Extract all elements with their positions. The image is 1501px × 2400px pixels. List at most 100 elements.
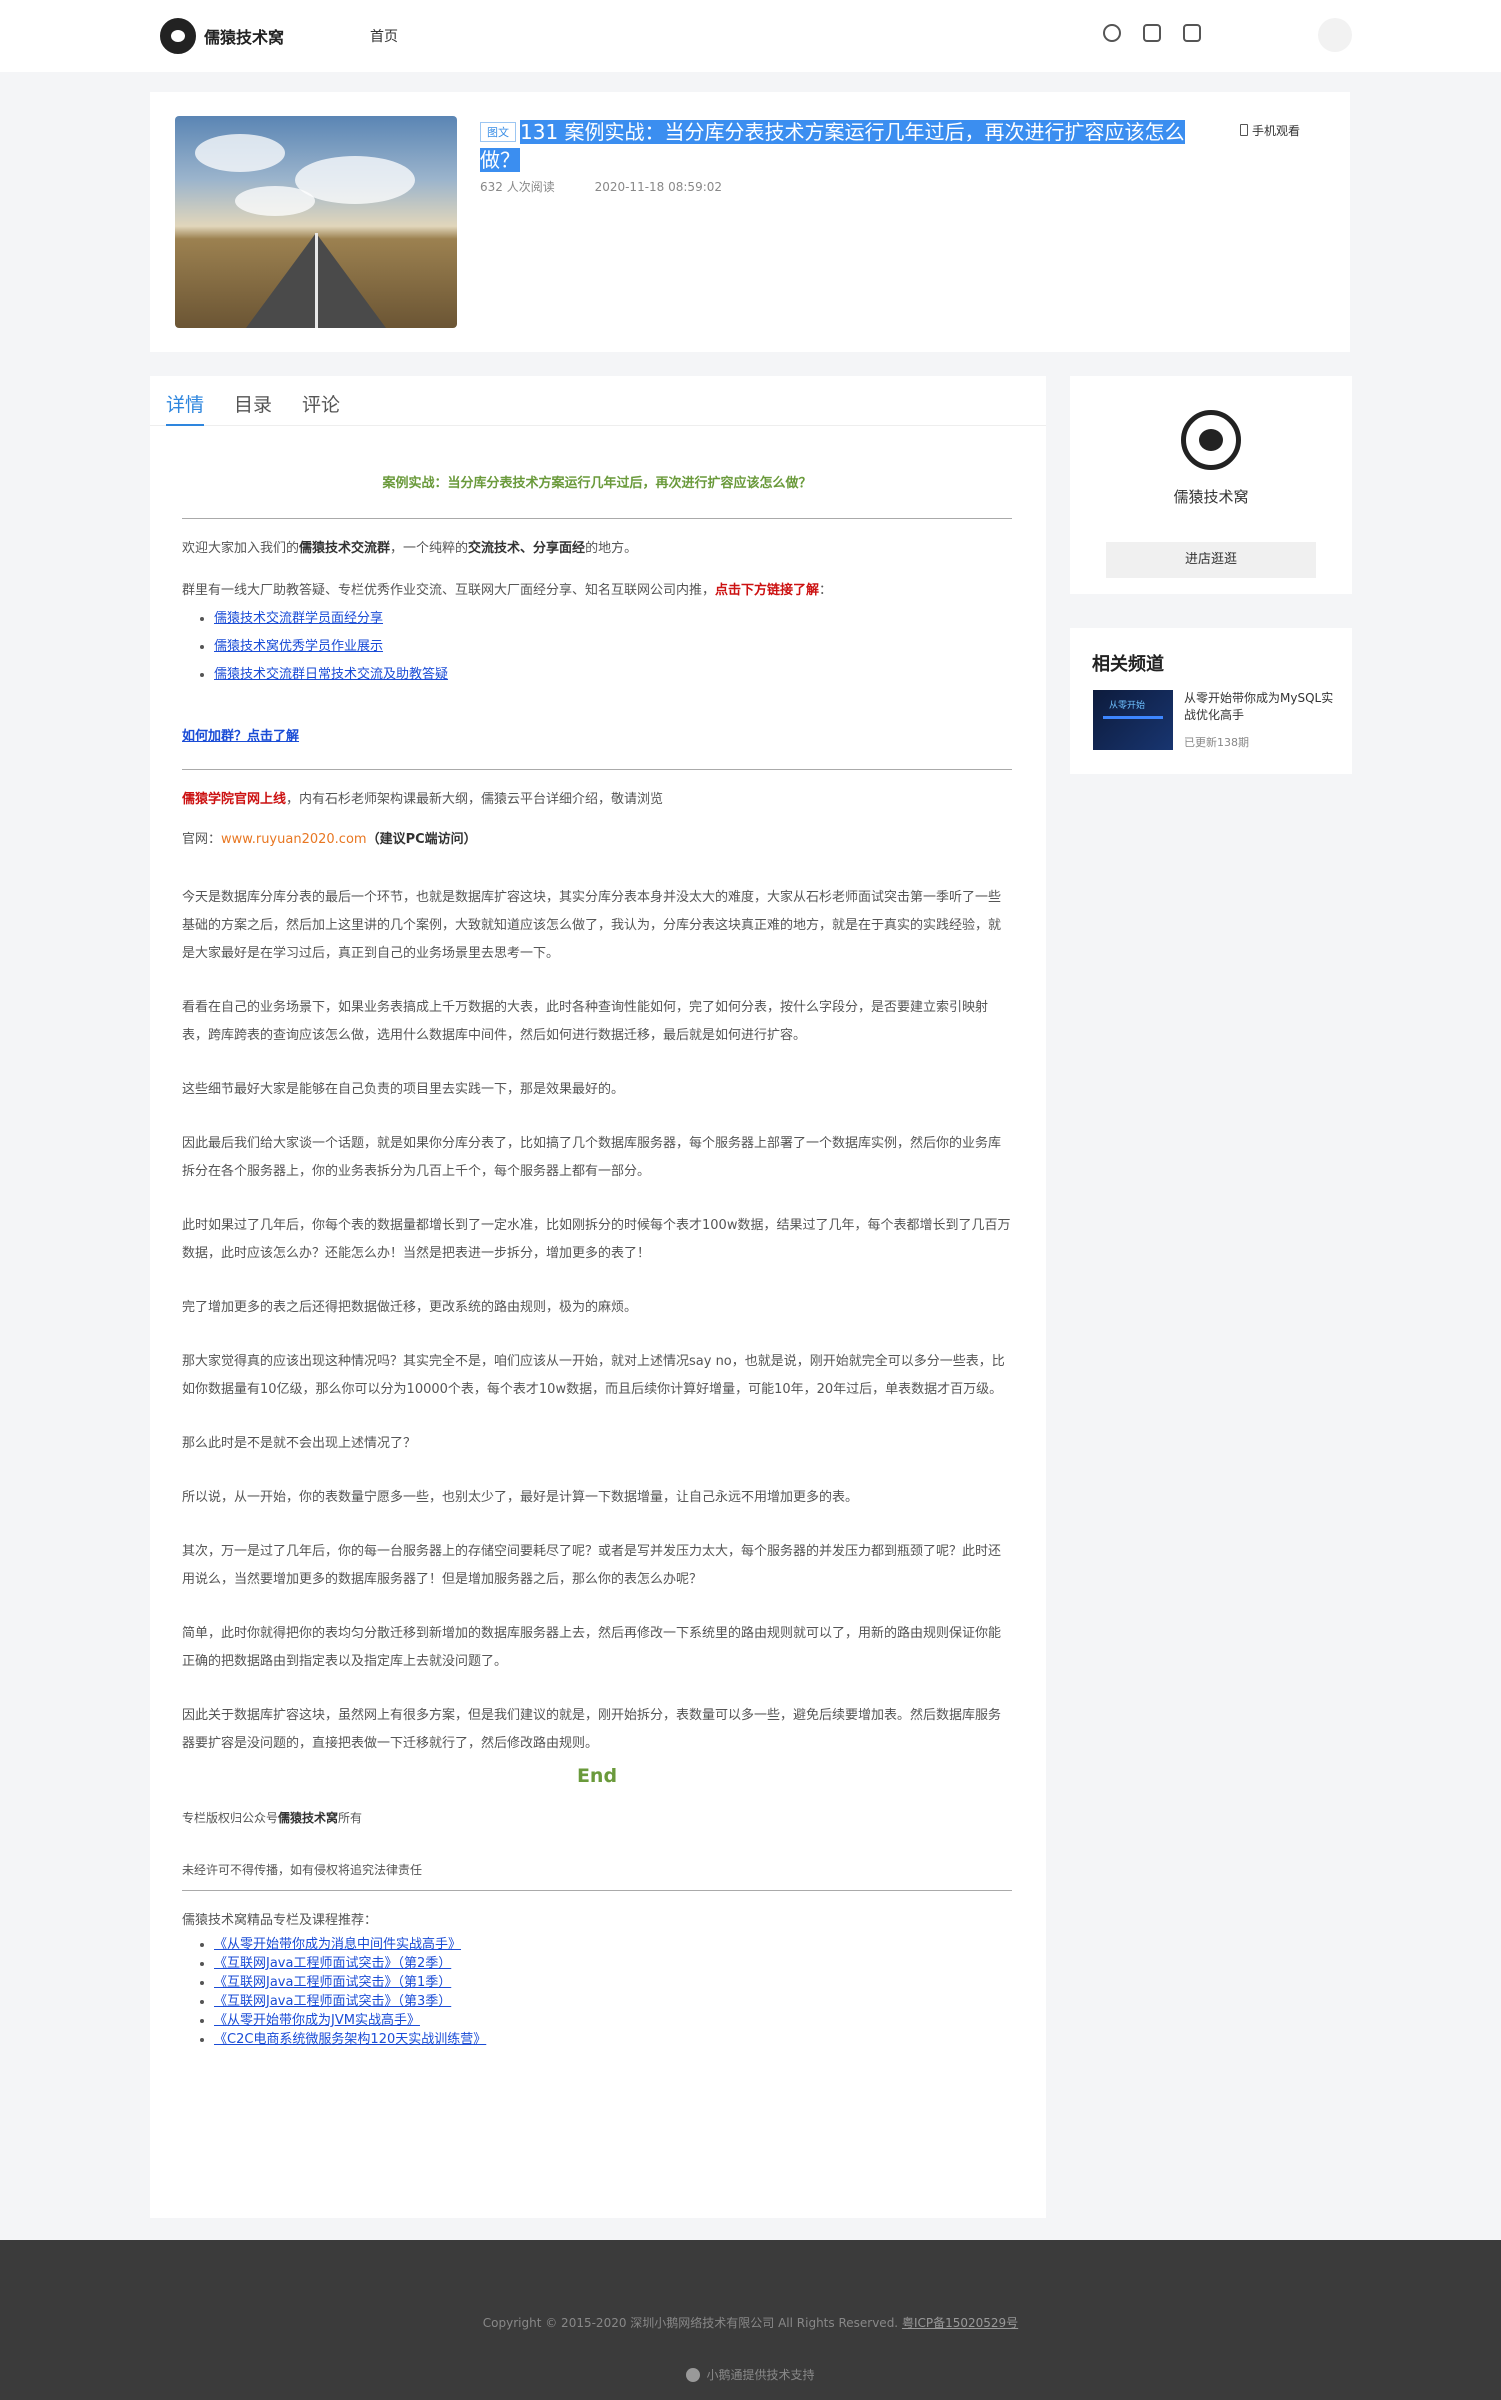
user-avatar[interactable] <box>1318 18 1352 52</box>
group-link-daily[interactable]: 儒猿技术交流群日常技术交流及助教答疑 <box>214 667 448 682</box>
recommend-heading: 儒猿技术窝精品专栏及课程推荐： <box>182 1913 378 1928</box>
content-type-badge: 图文 <box>480 122 516 142</box>
top-navbar: 儒猿技术窝 首页 <box>0 0 1501 72</box>
course-info-card: 131 案例实战：当分库分表技术方案运行几年过后，再次进行扩容应该怎么做？ 图文… <box>150 92 1350 352</box>
no-repost-note: 未经许可不得传播，如有侵权将追究法律责任 <box>182 1863 423 1877</box>
recommend-link[interactable]: 《互联网Java工程师面试突击》（第2季） <box>214 1956 451 1971</box>
article-paragraph: 此时如果过了几年后，你每个表的数据量都增长到了一定水准，比如刚拆分的时候每个表才… <box>182 1218 1011 1261</box>
divider <box>182 518 1012 519</box>
welcome-post: 的地方。 <box>585 541 638 556</box>
related-channel-title[interactable]: 从零开始带你成为MySQL实战优化高手 <box>1184 690 1334 724</box>
recommend-link[interactable]: 《从零开始带你成为消息中间件实战高手》 <box>214 1937 461 1952</box>
article-paragraph: 那么此时是不是就不会出现上述情况了？ <box>182 1436 417 1451</box>
article-paragraph: 因此关于数据库扩容这块，虽然网上有很多方案，但是我们建议的就是，刚开始拆分，表数… <box>182 1708 1002 1751</box>
list-item: 《互联网Java工程师面试突击》（第2季） <box>214 1954 1012 1973</box>
nav-home-link[interactable]: 首页 <box>370 26 398 46</box>
footer-support: 小鹅通提供技术支持 <box>0 2366 1501 2383</box>
article-paragraph: 今天是数据库分库分表的最后一个环节，也就是数据库扩容这块，其实分库分表本身并没太… <box>182 890 1002 961</box>
official-site: 官网：www.ruyuan2020.com（建议PC端访问） <box>182 826 1012 854</box>
list-item: 《从零开始带你成为JVM实战高手》 <box>214 2011 1012 2030</box>
academy-text: ，内有石杉老师架构课最新大纲，儒猿云平台详细介绍，敬请浏览 <box>286 792 664 807</box>
related-channel-thumbnail[interactable] <box>1093 690 1173 750</box>
article-paragraph: 这些细节最好大家是能够在自己负责的项目里去实践一下，那是效果最好的。 <box>182 1082 625 1097</box>
official-site-link[interactable]: www.ruyuan2020.com <box>221 832 367 847</box>
group-colon: ： <box>819 583 833 598</box>
publish-date: 2020-11-18 08:59:02 <box>594 180 723 194</box>
tab-comments[interactable]: 评论 <box>302 390 340 417</box>
recommend-link[interactable]: 《互联网Java工程师面试突击》（第1季） <box>214 1975 451 1990</box>
welcome-text: 欢迎大家加入我们的儒猿技术交流群，一个纯粹的交流技术、分享面经的地方。 <box>182 535 1012 563</box>
list-item: 《C2C电商系统微服务架构120天实战训练营》 <box>214 2030 1012 2049</box>
article-body: 案例实战：当分库分表技术方案运行几年过后，再次进行扩容应该怎么做？ 欢迎大家加入… <box>182 470 1012 2049</box>
course-meta: 632 人次阅读 2020-11-18 08:59:02 <box>480 178 758 195</box>
search-icon[interactable] <box>1103 24 1121 42</box>
copyright-text: Copyright © 2015-2020 深圳小鹅网络技术有限公司 All R… <box>482 2316 899 2330</box>
welcome-mid: ，一个纯粹的 <box>390 541 469 556</box>
article-paragraph: 因此最后我们给大家谈一个话题，就是如果你分库分表了，比如搞了几个数据库服务器，每… <box>182 1136 1002 1179</box>
icp-link[interactable]: 粤ICP备15020529号 <box>902 2316 1018 2330</box>
document-icon[interactable] <box>1143 24 1161 42</box>
course-title: 131 案例实战：当分库分表技术方案运行几年过后，再次进行扩容应该怎么做？ <box>480 120 1185 172</box>
content-tabs: 详情 目录 评论 <box>150 376 1046 426</box>
cover-road-line <box>315 233 318 328</box>
divider <box>182 769 1012 770</box>
copyright-pre: 专栏版权归公众号 <box>182 1811 279 1825</box>
recommend-link[interactable]: 《互联网Java工程师面试突击》（第3季） <box>214 1994 451 2009</box>
article-paragraph: 那大家觉得真的应该出现这种情况吗？其实完全不是，咱们应该从一开始，就对上述情况s… <box>182 1354 1005 1397</box>
recommend-link[interactable]: 《从零开始带你成为JVM实战高手》 <box>214 2013 420 2028</box>
mobile-view-link[interactable]: 手机观看 <box>1240 122 1300 139</box>
group-link-homework[interactable]: 儒猿技术窝优秀学员作业展示 <box>214 639 383 654</box>
article-paragraph: 看看在自己的业务场景下，如果业务表搞成上千万数据的大表，此时各种查询性能如何，完… <box>182 1000 989 1043</box>
course-title-block: 131 案例实战：当分库分表技术方案运行几年过后，再次进行扩容应该怎么做？ <box>480 118 1200 174</box>
copyright-note: 专栏版权归公众号儒猿技术窝所有 <box>182 1804 1012 1832</box>
site-hint: （建议PC端访问） <box>366 832 477 847</box>
recommend-link[interactable]: 《C2C电商系统微服务架构120天实战训练营》 <box>214 2032 486 2047</box>
group-intro-text: 群里有一线大厂助教答疑、专栏优秀作业交流、互联网大厂面经分享、知名互联网公司内推… <box>182 583 716 598</box>
list-item: 《互联网Java工程师面试突击》（第1季） <box>214 1973 1012 1992</box>
group-links: 儒猿技术交流群学员面经分享 儒猿技术窝优秀学员作业展示 儒猿技术交流群日常技术交… <box>214 605 1012 689</box>
cover-cloud <box>235 186 315 216</box>
list-item: 儒猿技术交流群学员面经分享 <box>214 605 1012 633</box>
related-channels-card: 相关频道 从零开始带你成为MySQL实战优化高手 已更新138期 <box>1070 628 1352 774</box>
xiaoe-logo-icon <box>686 2368 701 2382</box>
article-paragraph: 简单，此时你就得把你的表均匀分散迁移到新增加的数据库服务器上去，然后再修改一下系… <box>182 1626 1002 1669</box>
academy-announcement: 儒猿学院官网上线，内有石杉老师架构课最新大纲，儒猿云平台详细介绍，敬请浏览 <box>182 786 1012 814</box>
footer-copyright: Copyright © 2015-2020 深圳小鹅网络技术有限公司 All R… <box>0 2314 1501 2331</box>
welcome-group-name: 儒猿技术交流群 <box>299 541 391 556</box>
divider <box>182 1890 1012 1891</box>
article-paragraph: 其次，万一是过了几年后，你的每一台服务器上的存储空间要耗尽了呢？或者是写并发压力… <box>182 1544 1002 1587</box>
group-intro: 群里有一线大厂助教答疑、专栏优秀作业交流、互联网大厂面经分享、知名互联网公司内推… <box>182 577 1012 605</box>
academy-title: 儒猿学院官网上线 <box>182 792 287 807</box>
welcome-highlight: 交流技术、分享面经 <box>468 541 586 556</box>
cart-icon[interactable] <box>1183 24 1201 42</box>
group-cta: 点击下方链接了解 <box>715 583 820 598</box>
store-logo-icon <box>1181 410 1241 470</box>
recommend-list: 《从零开始带你成为消息中间件实战高手》 《互联网Java工程师面试突击》（第2季… <box>214 1935 1012 2049</box>
tab-details[interactable]: 详情 <box>166 390 205 426</box>
article-end-mark: End <box>576 1765 618 1787</box>
course-cover-image <box>175 116 457 328</box>
brand-logo[interactable]: 儒猿技术窝 <box>160 18 284 54</box>
view-count: 632 人次阅读 <box>480 180 555 194</box>
related-heading: 相关频道 <box>1092 654 1164 675</box>
cover-cloud <box>195 134 285 172</box>
support-text: 小鹅通提供技术支持 <box>706 2368 815 2382</box>
welcome-pre: 欢迎大家加入我们的 <box>182 541 300 556</box>
brand-name: 儒猿技术窝 <box>204 28 285 47</box>
list-item: 《互联网Java工程师面试突击》（第3季） <box>214 1992 1012 2011</box>
site-label: 官网： <box>182 832 222 847</box>
list-item: 儒猿技术窝优秀学员作业展示 <box>214 633 1012 661</box>
enter-store-button[interactable]: 进店逛逛 <box>1106 542 1316 578</box>
list-item: 《从零开始带你成为消息中间件实战高手》 <box>214 1935 1012 1954</box>
copyright-owner: 儒猿技术窝 <box>278 1811 339 1825</box>
store-name: 儒猿技术窝 <box>1173 488 1249 506</box>
how-to-join-link[interactable]: 如何加群？点击了解 <box>182 723 299 751</box>
list-item: 儒猿技术交流群日常技术交流及助教答疑 <box>214 661 1012 689</box>
group-link-interview[interactable]: 儒猿技术交流群学员面经分享 <box>214 611 383 626</box>
article-paragraph: 所以说，从一开始，你的表数量宁愿多一些，也别太少了，最好是计算一下数据增量，让自… <box>182 1490 859 1505</box>
tab-catalog[interactable]: 目录 <box>234 390 272 417</box>
article-paragraph: 完了增加更多的表之后还得把数据做迁移，更改系统的路由规则，极为的麻烦。 <box>182 1300 638 1315</box>
store-card: 儒猿技术窝 进店逛逛 <box>1070 376 1352 594</box>
main-content: 详情 目录 评论 案例实战：当分库分表技术方案运行几年过后，再次进行扩容应该怎么… <box>150 376 1046 2218</box>
monkey-logo-icon <box>160 18 196 54</box>
